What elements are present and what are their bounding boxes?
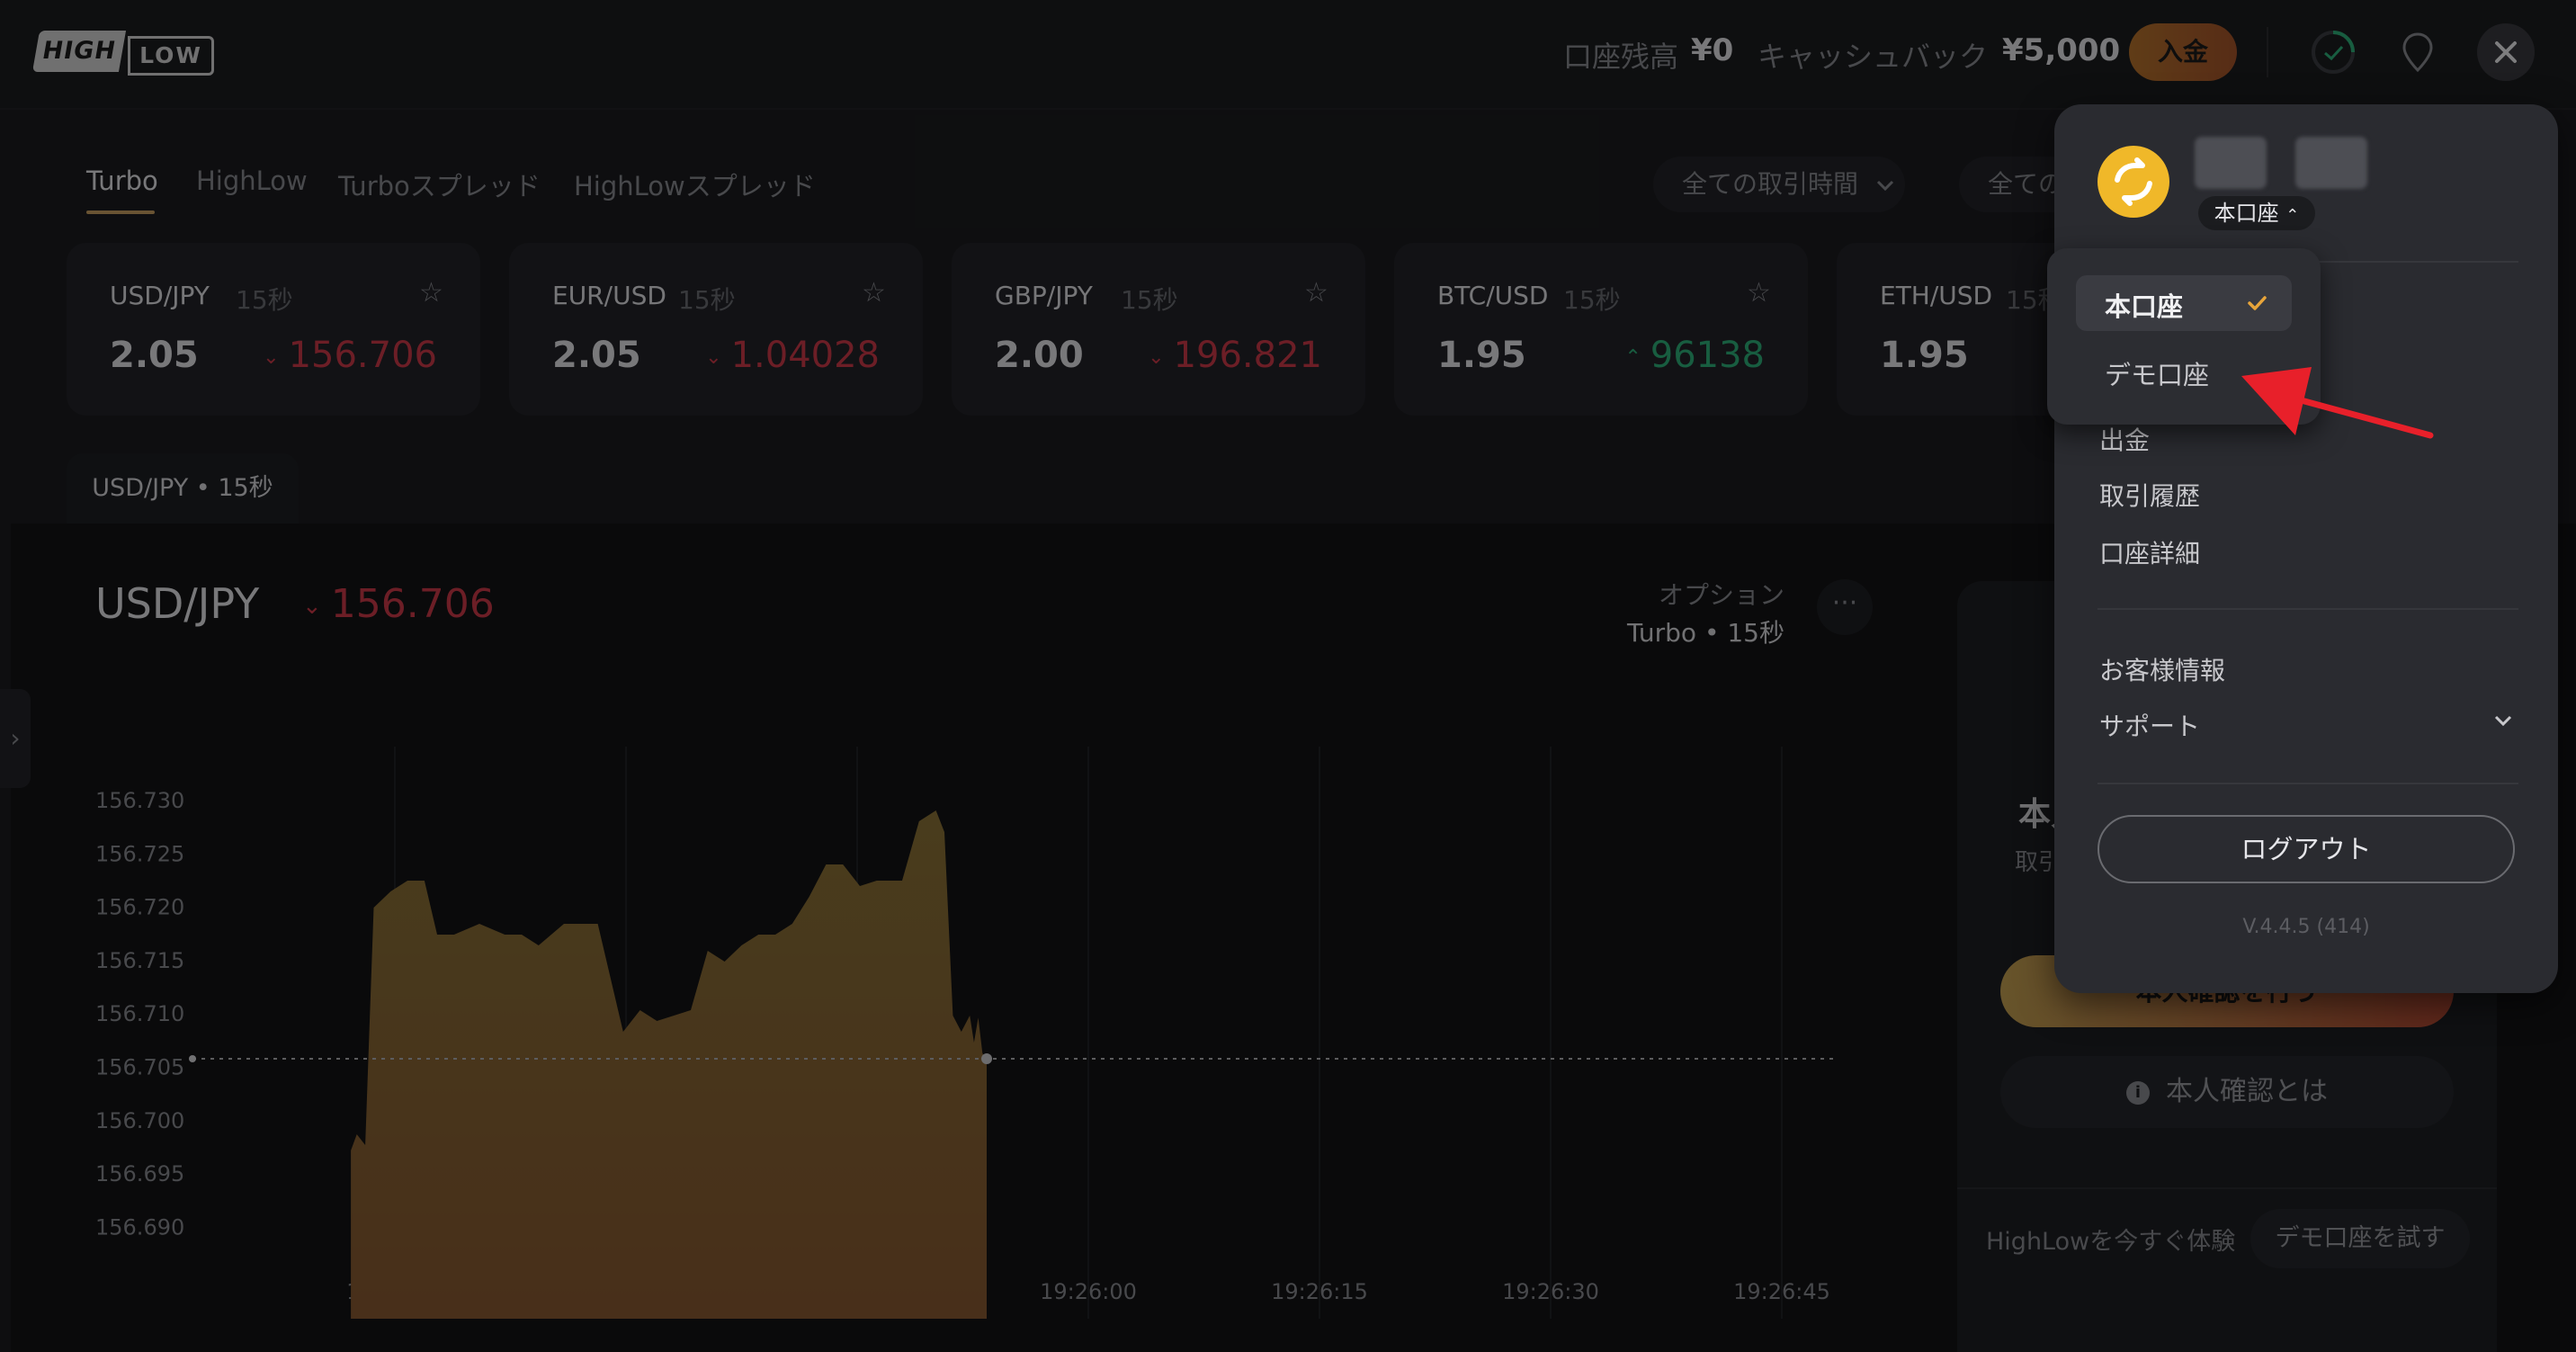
menu-divider bbox=[2097, 783, 2518, 784]
app-root: HIGH LOW 口座残高 ¥0 キャッシュバック ¥5,000 入金 Turb… bbox=[0, 0, 2576, 1352]
menu-item-withdraw[interactable]: 出金 bbox=[2099, 421, 2150, 457]
blurred-user-info bbox=[2295, 137, 2367, 189]
annotation-arrow-icon bbox=[2241, 367, 2434, 439]
app-version: V.4.4.5 (414) bbox=[2242, 916, 2370, 938]
menu-item-trade-history[interactable]: 取引履歴 bbox=[2099, 477, 2200, 513]
dropdown-option-demo[interactable]: デモ口座 bbox=[2105, 354, 2209, 392]
checkmark-icon bbox=[2248, 296, 2267, 310]
menu-item-customer-info[interactable]: お客様情報 bbox=[2099, 651, 2225, 687]
account-switch-label: 本口座 bbox=[2214, 201, 2279, 226]
chevron-up-icon: ⌃ bbox=[2285, 206, 2300, 225]
dropdown-option-live-label: 本口座 bbox=[2105, 291, 2184, 322]
logout-button[interactable]: ログアウト bbox=[2097, 815, 2515, 883]
blurred-user-info bbox=[2195, 137, 2267, 189]
menu-item-support[interactable]: サポート bbox=[2099, 707, 2200, 743]
menu-divider bbox=[2097, 608, 2518, 610]
chevron-down-icon[interactable] bbox=[2491, 709, 2515, 732]
user-avatar bbox=[2097, 146, 2169, 218]
menu-item-account-details[interactable]: 口座詳細 bbox=[2099, 534, 2200, 570]
account-switch-toggle[interactable]: 本口座 ⌃ bbox=[2198, 196, 2315, 230]
exchange-icon bbox=[2115, 157, 2152, 206]
